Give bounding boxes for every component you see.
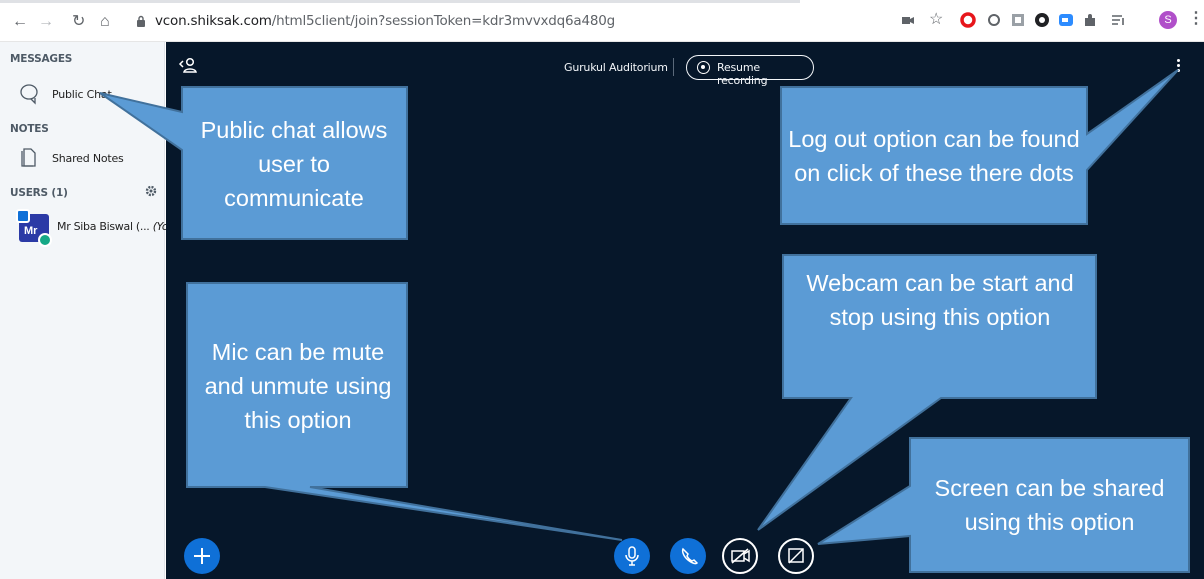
screen-callout-text: Screen can be shared using this option	[934, 475, 1165, 535]
mic-callout-text: Mic can be mute and unmute using this op…	[204, 339, 392, 433]
public-chat-callout-text: Public chat allows user to communicate	[200, 117, 388, 211]
webcam-callout-text: Webcam can be start and stop using this …	[806, 270, 1074, 330]
logout-callout-text: Log out option can be found on click of …	[788, 126, 1080, 186]
